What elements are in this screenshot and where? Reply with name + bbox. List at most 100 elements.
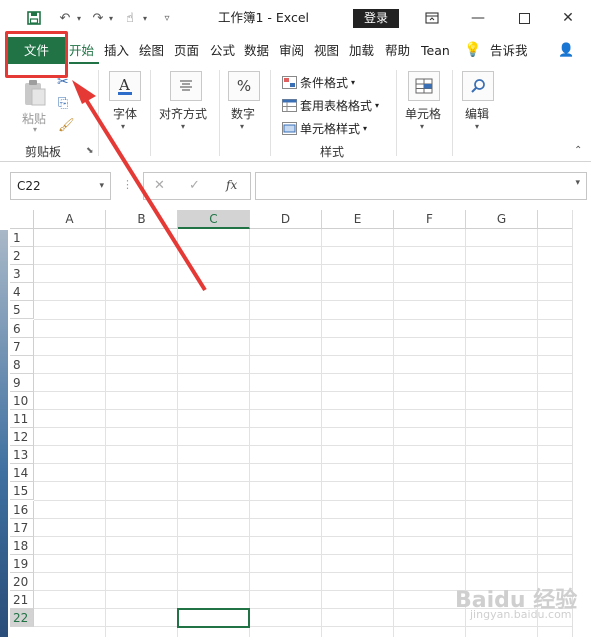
row-header-22[interactable]: 22 [10, 609, 34, 628]
undo-dropdown-icon[interactable]: ▾ [74, 0, 84, 36]
ribbon-display-icon[interactable] [409, 0, 455, 36]
row-header-21[interactable]: 21 [10, 591, 34, 610]
clipboard-launcher-icon[interactable]: ⬊ [86, 146, 94, 156]
tab-insert[interactable]: 插入 [104, 37, 134, 64]
tab-home[interactable]: 开始 [69, 37, 99, 64]
select-all-corner[interactable] [10, 210, 34, 229]
copy-icon[interactable]: ⎘ [58, 96, 68, 111]
svg-text:A: A [118, 76, 130, 94]
number-label[interactable]: 数字 [231, 105, 255, 122]
row-header-12[interactable]: 12 [10, 428, 34, 447]
insert-function-icon[interactable]: fx [226, 178, 237, 192]
column-header-g[interactable]: G [466, 210, 538, 229]
editing-label[interactable]: 编辑 [465, 105, 489, 122]
cells-icon[interactable] [408, 71, 440, 101]
paste-icon[interactable] [22, 77, 48, 109]
worksheet-grid[interactable]: A B C D E F G 1 2 3 4 5 6 7 8 9 10 11 12 13 14 15 16 17 18 19 20 21… [10, 210, 572, 637]
tab-team[interactable]: Tean [421, 37, 455, 64]
row-header-18[interactable]: 18 [10, 536, 34, 555]
format-as-table-button[interactable]: 套用表格格式 ▾ [282, 97, 379, 114]
tab-review[interactable]: 审阅 [279, 37, 309, 64]
column-header-c[interactable]: C [178, 210, 250, 229]
touch-dropdown-icon[interactable]: ▾ [140, 0, 150, 36]
alignment-dropdown-icon[interactable]: ▾ [181, 122, 185, 131]
column-header-a[interactable]: A [34, 210, 106, 229]
tell-me-search[interactable]: 告诉我 [490, 37, 530, 64]
tab-page-layout[interactable]: 页面 [174, 37, 204, 64]
editing-dropdown-icon[interactable]: ▾ [475, 122, 479, 131]
font-label[interactable]: 字体 [113, 105, 137, 122]
cancel-icon[interactable]: ✕ [154, 178, 165, 193]
touch-mode-icon[interactable]: ☝ [120, 0, 140, 36]
tab-draw[interactable]: 绘图 [139, 37, 169, 64]
tab-view[interactable]: 视图 [314, 37, 344, 64]
tab-help[interactable]: 帮助 [385, 37, 415, 64]
row-header-10[interactable]: 10 [10, 391, 34, 410]
collapse-ribbon-icon[interactable]: ⌃ [574, 145, 582, 156]
column-header-d[interactable]: D [250, 210, 322, 229]
row-header-1[interactable]: 1 [10, 229, 34, 248]
conditional-format-button[interactable]: 条件格式 ▾ [282, 74, 355, 91]
row-header-3[interactable]: 3 [10, 265, 34, 284]
row-header-2[interactable]: 2 [10, 247, 34, 266]
cells-label[interactable]: 单元格 [405, 105, 441, 122]
row-header-9[interactable]: 9 [10, 373, 34, 392]
customize-qat-icon[interactable]: ▿ [160, 0, 174, 36]
group-clipboard-label: 剪贴板 [25, 145, 62, 159]
column-header-f[interactable]: F [394, 210, 466, 229]
minimize-button[interactable]: — [455, 0, 501, 36]
search-icon[interactable] [462, 71, 494, 101]
expand-formula-icon[interactable]: ▾ [575, 178, 580, 188]
row-header-5[interactable]: 5 [10, 301, 34, 320]
row-header-16[interactable]: 16 [10, 500, 34, 519]
tab-addins[interactable]: 加载 [349, 37, 379, 64]
row-header-8[interactable]: 8 [10, 355, 34, 374]
font-icon[interactable]: A [109, 71, 141, 101]
format-painter-icon[interactable]: 🖌 [58, 118, 75, 133]
lightbulb-icon[interactable]: 💡 [464, 37, 478, 64]
row-header-15[interactable]: 15 [10, 482, 34, 501]
share-more-icon[interactable] [584, 37, 591, 64]
close-button[interactable]: ✕ [545, 0, 591, 36]
column-header-b[interactable]: B [106, 210, 178, 229]
alignment-icon[interactable] [170, 71, 202, 101]
column-header-e[interactable]: E [322, 210, 394, 229]
row-header-19[interactable]: 19 [10, 554, 34, 573]
row-header-6[interactable]: 6 [10, 319, 34, 338]
row-header-17[interactable]: 17 [10, 518, 34, 537]
tab-data[interactable]: 数据 [244, 37, 274, 64]
number-dropdown-icon[interactable]: ▾ [240, 122, 244, 131]
formula-buttons: ✕ ✓ fx [143, 172, 251, 200]
maximize-button[interactable] [501, 0, 547, 36]
chevron-down-icon: ▾ [375, 101, 380, 110]
paste-dropdown-icon[interactable]: ▾ [33, 125, 37, 134]
enter-icon[interactable]: ✓ [189, 178, 200, 193]
vertical-scrollbar[interactable] [572, 210, 591, 637]
cell-styles-button[interactable]: 单元格样式 ▾ [282, 120, 367, 137]
column-header-next[interactable] [538, 210, 572, 229]
table-format-icon [282, 99, 297, 112]
cell-styles-label: 单元格样式 [300, 122, 361, 136]
selected-cell[interactable] [177, 608, 250, 629]
name-box[interactable]: C22 ▾ [10, 172, 111, 200]
divider [219, 70, 220, 156]
cells-dropdown-icon[interactable]: ▾ [420, 122, 424, 131]
row-header-7[interactable]: 7 [10, 337, 34, 356]
highlight-box [5, 31, 68, 78]
row-header-11[interactable]: 11 [10, 410, 34, 429]
share-icon[interactable]: 👤 [558, 37, 574, 64]
font-dropdown-icon[interactable]: ▾ [121, 122, 125, 131]
login-button[interactable]: 登录 [353, 9, 399, 28]
row-header-13[interactable]: 13 [10, 446, 34, 465]
tab-formulas[interactable]: 公式 [210, 37, 240, 64]
alignment-label[interactable]: 对齐方式 [159, 105, 207, 122]
row-header-14[interactable]: 14 [10, 464, 34, 483]
formula-input[interactable]: ▾ [255, 172, 587, 200]
row-header-4[interactable]: 4 [10, 283, 34, 302]
name-box-dropdown-icon[interactable]: ▾ [99, 173, 104, 199]
redo-dropdown-icon[interactable]: ▾ [106, 0, 116, 36]
number-format-icon[interactable]: % [228, 71, 260, 101]
redo-icon[interactable]: ↷ [88, 0, 108, 36]
divider [396, 70, 397, 156]
row-header-20[interactable]: 20 [10, 572, 34, 591]
